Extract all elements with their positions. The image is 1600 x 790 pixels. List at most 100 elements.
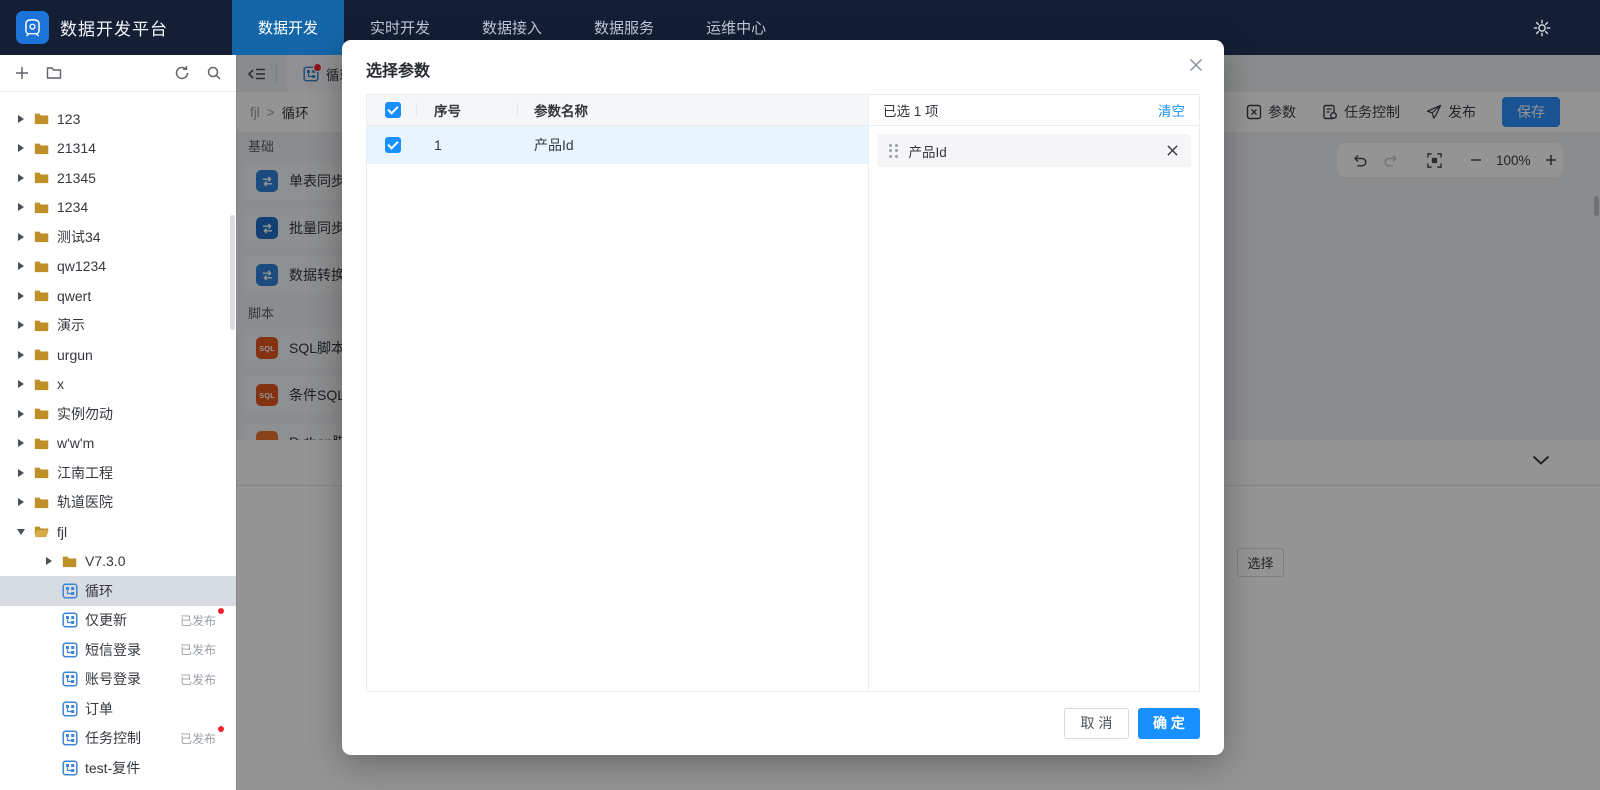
caret-right-icon[interactable] bbox=[14, 379, 28, 389]
project-tree: 1232131421345 1234 测试34qw1234 qwert 演示 urgun x… bbox=[0, 92, 236, 790]
folder-icon bbox=[34, 407, 50, 420]
tree-item-1234[interactable]: 1234 bbox=[0, 193, 236, 223]
caret-right-icon[interactable] bbox=[14, 350, 28, 360]
tree-item-实例勿动[interactable]: 实例勿动 bbox=[0, 399, 236, 429]
tree-item-任务控制[interactable]: 任务控制 已发布 bbox=[0, 724, 236, 754]
selected-items: 产品Id bbox=[869, 134, 1199, 167]
flow-doc-icon bbox=[62, 583, 78, 599]
flow-doc-icon bbox=[62, 701, 78, 717]
tree-item-label: 循环 bbox=[85, 581, 113, 601]
tree-item-qw1234[interactable]: qw1234 bbox=[0, 252, 236, 282]
tree-item-label: 演示 bbox=[57, 315, 85, 335]
tree-item-测试34[interactable]: 测试34 bbox=[0, 222, 236, 252]
caret-right-icon[interactable] bbox=[14, 320, 28, 330]
clear-link[interactable]: 清空 bbox=[1158, 100, 1185, 120]
tree-item-label: 实例勿动 bbox=[57, 404, 113, 424]
status-badge: 已发布 bbox=[180, 730, 216, 747]
tree-item-label: qwert bbox=[57, 288, 91, 304]
caret-right-icon[interactable] bbox=[14, 497, 28, 507]
tree-item-qwert[interactable]: qwert bbox=[0, 281, 236, 311]
remove-icon[interactable] bbox=[1166, 144, 1179, 157]
tree-item-label: urgun bbox=[57, 347, 93, 363]
status-badge: 已发布 bbox=[180, 612, 216, 629]
status-badge: 已发布 bbox=[180, 671, 216, 688]
tree-item-21345[interactable]: 21345 bbox=[0, 163, 236, 193]
nav-tab-数据开发[interactable]: 数据开发 bbox=[232, 0, 344, 55]
folder-icon bbox=[34, 171, 50, 184]
caret-right-icon[interactable] bbox=[14, 202, 28, 212]
select-params-modal: 选择参数 序号 参数名称 1产品Id 已选 1 项 清空 产品Id bbox=[342, 40, 1224, 755]
table-row[interactable]: 1产品Id bbox=[367, 126, 868, 164]
row-checkbox[interactable] bbox=[385, 137, 401, 153]
drag-handle-icon[interactable] bbox=[889, 144, 898, 158]
flow-doc-icon bbox=[62, 612, 78, 628]
caret-right-icon[interactable] bbox=[14, 438, 28, 448]
column-header-no: 序号 bbox=[434, 100, 534, 120]
folder-icon bbox=[34, 437, 50, 450]
tree-item-仅更新[interactable]: 仅更新 已发布 bbox=[0, 606, 236, 636]
page-scrollbar-thumb[interactable] bbox=[1594, 196, 1599, 216]
tree-item-test-复件[interactable]: test-复件 bbox=[0, 753, 236, 783]
folder-icon bbox=[34, 378, 50, 391]
selected-panel-header: 已选 1 项 清空 bbox=[869, 95, 1199, 126]
app-title: 数据开发平台 bbox=[60, 0, 168, 55]
selected-item-label: 产品Id bbox=[909, 141, 947, 161]
tree-item-轨道医院[interactable]: 轨道医院 bbox=[0, 488, 236, 518]
cancel-button[interactable]: 取 消 bbox=[1064, 708, 1129, 739]
tree-item-label: 1234 bbox=[57, 199, 88, 215]
caret-right-icon[interactable] bbox=[14, 114, 28, 124]
status-dot bbox=[218, 726, 224, 732]
folder-icon bbox=[34, 289, 50, 302]
tree-item-账号登录[interactable]: 账号登录已发布 bbox=[0, 665, 236, 695]
gear-icon[interactable] bbox=[1532, 18, 1552, 38]
search-icon[interactable] bbox=[206, 65, 222, 81]
tree-item-循环[interactable]: 循环 bbox=[0, 576, 236, 606]
new-folder-icon[interactable] bbox=[46, 65, 62, 81]
caret-right-icon[interactable] bbox=[14, 291, 28, 301]
tree-item-江南工程[interactable]: 江南工程 bbox=[0, 458, 236, 488]
tree-item-label: 仅更新 bbox=[85, 610, 127, 630]
folder-icon bbox=[34, 260, 50, 273]
tree-item-x[interactable]: x bbox=[0, 370, 236, 400]
select-all-checkbox[interactable] bbox=[385, 102, 401, 118]
caret-right-icon[interactable] bbox=[14, 409, 28, 419]
caret-right-icon[interactable] bbox=[14, 143, 28, 153]
sidebar-toolbar bbox=[0, 55, 236, 92]
caret-right-icon[interactable] bbox=[42, 556, 56, 566]
caret-right-icon[interactable] bbox=[14, 173, 28, 183]
tree-item-123[interactable]: 123 bbox=[0, 104, 236, 134]
column-header-name: 参数名称 bbox=[534, 100, 588, 120]
tree-item-演示[interactable]: 演示 bbox=[0, 311, 236, 341]
folder-icon bbox=[34, 201, 50, 214]
tree-item-urgun[interactable]: urgun bbox=[0, 340, 236, 370]
flow-doc-icon bbox=[62, 730, 78, 746]
tree-item-订单[interactable]: 订单 bbox=[0, 694, 236, 724]
close-icon[interactable] bbox=[1188, 57, 1204, 73]
train-logo-icon bbox=[16, 11, 49, 44]
flow-doc-icon bbox=[62, 671, 78, 687]
app: 数据开发平台 数据开发实时开发数据接入数据服务运维中心 123213142134… bbox=[0, 0, 1600, 790]
modal-footer: 取 消 确 定 bbox=[342, 691, 1224, 755]
tree-item-短信登录[interactable]: 短信登录 已发布 bbox=[0, 635, 236, 665]
caret-right-icon[interactable] bbox=[14, 232, 28, 242]
caret-down-icon[interactable] bbox=[14, 528, 28, 536]
caret-right-icon[interactable] bbox=[14, 468, 28, 478]
tree-item-fjl[interactable]: fjl bbox=[0, 517, 236, 547]
tree-item-V7.3.0[interactable]: V7.3.0 bbox=[0, 547, 236, 577]
plus-icon[interactable] bbox=[14, 65, 30, 81]
selected-summary: 已选 1 项 bbox=[883, 100, 939, 120]
status-badge: 已发布 bbox=[180, 641, 216, 658]
tree-item-label: 短信登录 bbox=[85, 640, 141, 660]
sidebar-scrollbar-thumb[interactable] bbox=[230, 215, 235, 330]
project-sidebar: 1232131421345 1234 测试34qw1234 qwert 演示 urgun x… bbox=[0, 55, 237, 790]
flow-doc-icon bbox=[62, 760, 78, 776]
folder-icon bbox=[62, 555, 78, 568]
folder-icon bbox=[34, 496, 50, 509]
tree-item-label: 轨道医院 bbox=[57, 492, 113, 512]
caret-right-icon[interactable] bbox=[14, 261, 28, 271]
tree-item-21314[interactable]: 21314 bbox=[0, 134, 236, 164]
ok-button[interactable]: 确 定 bbox=[1138, 708, 1200, 739]
tree-item-label: 任务控制 bbox=[85, 728, 141, 748]
refresh-icon[interactable] bbox=[174, 65, 190, 81]
tree-item-w'w'm[interactable]: w'w'm bbox=[0, 429, 236, 459]
